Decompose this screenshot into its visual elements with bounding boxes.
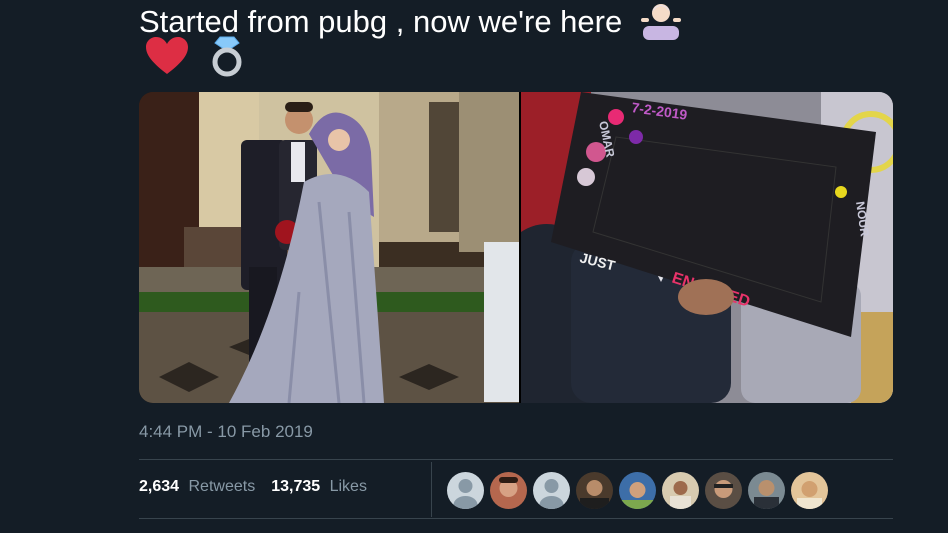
tweet-emoji-line — [144, 36, 246, 81]
woman-shrugging-icon — [639, 0, 683, 48]
divider-bottom — [139, 518, 893, 519]
liker-avatar[interactable] — [791, 472, 828, 509]
divider-top — [139, 459, 893, 460]
liker-avatar[interactable] — [447, 472, 484, 509]
likers-avatars — [447, 472, 828, 509]
retweets-stat[interactable]: 2,634 Retweets — [139, 478, 255, 496]
liker-avatar[interactable] — [619, 472, 656, 509]
likes-label: Likes — [329, 478, 367, 495]
photo-couple-standing[interactable] — [139, 92, 519, 403]
likes-stat[interactable]: 13,735 Likes — [271, 478, 367, 496]
liker-avatar[interactable] — [662, 472, 699, 509]
ring-icon — [208, 35, 246, 82]
stats-separator — [431, 462, 432, 517]
red-heart-icon — [144, 36, 190, 81]
photo-engagement-sign[interactable]: 7-2-2019 OMAR NOUR JUST ENGAGED — [521, 92, 893, 403]
retweets-count: 2,634 — [139, 478, 180, 495]
liker-avatar[interactable] — [533, 472, 570, 509]
tweet-timestamp[interactable]: 4:44 PM - 10 Feb 2019 — [139, 422, 313, 442]
liker-avatar[interactable] — [490, 472, 527, 509]
likes-count: 13,735 — [271, 478, 321, 495]
retweets-label: Retweets — [188, 478, 256, 495]
liker-avatar[interactable] — [748, 472, 785, 509]
tweet-media[interactable]: 7-2-2019 OMAR NOUR JUST ENGAGED — [139, 92, 893, 403]
liker-avatar[interactable] — [705, 472, 742, 509]
liker-avatar[interactable] — [576, 472, 613, 509]
tweet-stats: 2,634 Retweets 13,735 Likes — [139, 478, 367, 496]
